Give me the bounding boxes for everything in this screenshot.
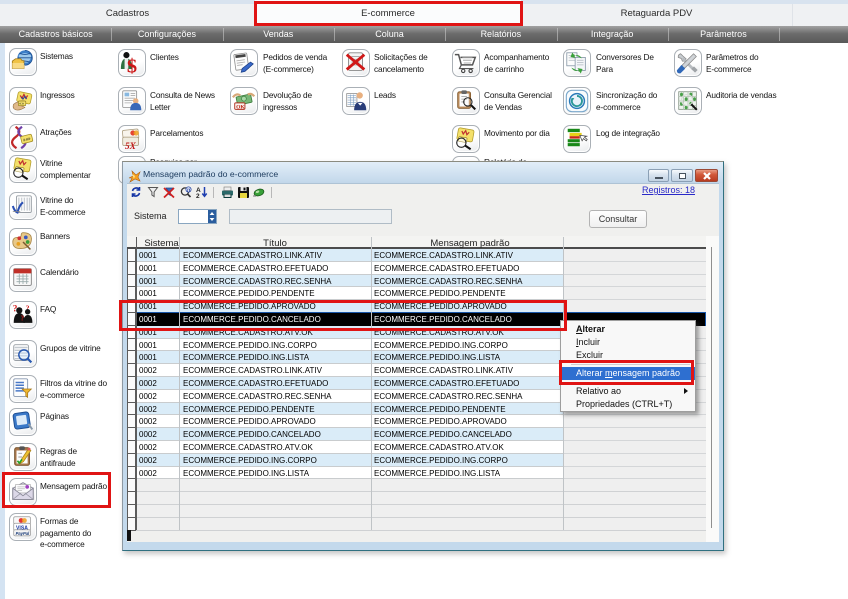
svg-text:$: $: [127, 55, 137, 76]
svg-text:2: 2: [196, 193, 200, 199]
svg-text:PayPal: PayPal: [16, 531, 30, 536]
svg-text:?: ?: [21, 315, 25, 323]
svg-text:«»: «»: [19, 101, 24, 106]
svg-text:5X: 5X: [125, 142, 137, 152]
svg-text:OK: OK: [236, 104, 245, 110]
svg-text:###: ###: [23, 138, 32, 144]
